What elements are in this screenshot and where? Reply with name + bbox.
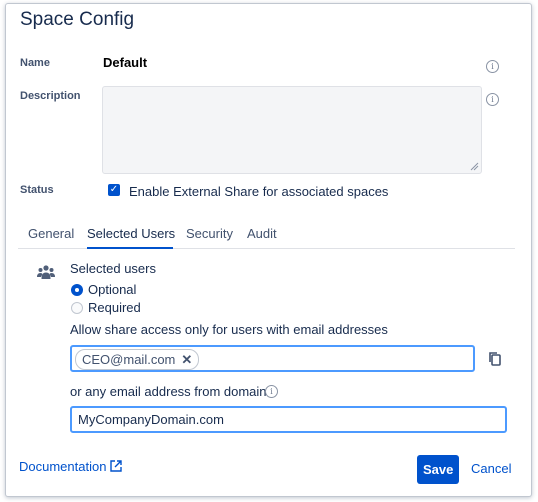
tab-security[interactable]: Security: [186, 226, 233, 241]
users-group-icon: [37, 265, 55, 279]
domain-label: or any email address from domain: [70, 384, 267, 399]
description-textarea[interactable]: [102, 86, 482, 174]
enable-external-share-label: Enable External Share for associated spa…: [129, 184, 389, 199]
description-label: Description: [20, 90, 81, 102]
radio-optional-label: Optional: [88, 282, 137, 297]
name-value: Default: [103, 55, 148, 70]
description-info-icon[interactable]: i: [486, 93, 499, 106]
save-button[interactable]: Save: [417, 455, 459, 484]
dialog-title: Space Config: [20, 9, 135, 30]
domain-input[interactable]: [70, 406, 507, 433]
tab-bar: General Selected Users Security Audit: [18, 222, 515, 249]
resize-grip-icon[interactable]: [470, 162, 479, 171]
enable-external-share-checkbox[interactable]: ✓: [108, 184, 120, 196]
radio-optional[interactable]: [71, 284, 83, 296]
tab-selected-users[interactable]: Selected Users: [87, 226, 175, 241]
cancel-link[interactable]: Cancel: [471, 461, 511, 476]
email-chip-label: CEO@mail.com: [82, 352, 176, 367]
tab-audit[interactable]: Audit: [247, 226, 277, 241]
space-config-dialog: Space Config Name Default i Description …: [5, 3, 532, 497]
copy-icon[interactable]: [488, 351, 502, 367]
email-chip: CEO@mail.com ✕: [75, 349, 200, 370]
documentation-link[interactable]: Documentation: [19, 459, 106, 474]
remove-email-close-icon[interactable]: ✕: [181, 352, 192, 367]
name-label: Name: [20, 57, 50, 69]
selected-users-heading: Selected users: [70, 261, 156, 276]
status-label: Status: [20, 184, 54, 196]
active-tab-indicator: [87, 247, 173, 249]
email-tag-input[interactable]: CEO@mail.com ✕: [70, 345, 475, 372]
name-info-icon[interactable]: i: [486, 60, 499, 73]
email-access-label: Allow share access only for users with e…: [70, 322, 388, 337]
tab-general[interactable]: General: [28, 226, 74, 241]
radio-required-label: Required: [88, 300, 141, 315]
domain-info-icon[interactable]: i: [265, 385, 278, 398]
external-link-icon[interactable]: [110, 460, 122, 472]
radio-required[interactable]: [71, 302, 83, 314]
